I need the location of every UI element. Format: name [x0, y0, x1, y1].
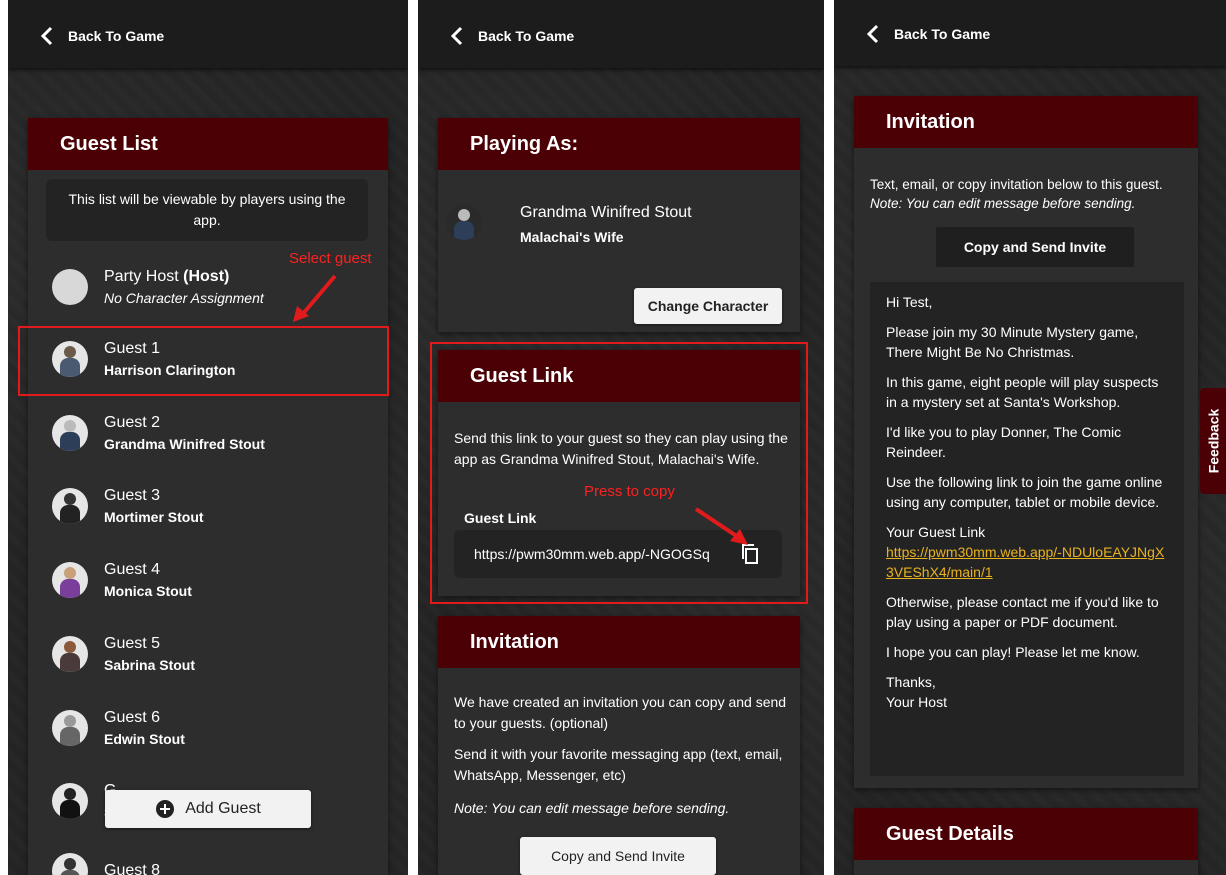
info-note: This list will be viewable by players us…	[46, 179, 368, 241]
guest-character: Monica Stout	[104, 583, 192, 599]
guest-link-panel: Back To Game Playing As: Grandma Winifre…	[418, 0, 824, 875]
guest-row[interactable]: Guest 6 Edwin Stout	[28, 697, 388, 759]
chevron-left-icon	[40, 26, 53, 46]
guest-character: Grandma Winifred Stout	[104, 436, 265, 452]
invitation-intro-note: Note: You can edit message before sendin…	[870, 196, 1136, 211]
message-paragraph: I'd like you to play Donner, The Comic R…	[886, 424, 1122, 460]
red-arrow-icon	[293, 274, 337, 322]
back-to-game-button[interactable]: Back To Game	[40, 26, 164, 46]
guest-row[interactable]: Guest 5 Sabrina Stout	[28, 623, 388, 685]
guest-link-highlight	[430, 342, 808, 604]
chevron-left-icon	[866, 24, 879, 44]
message-link-label: Your Guest Link	[886, 524, 986, 540]
red-arrow-icon	[694, 507, 748, 545]
avatar	[52, 710, 88, 746]
host-badge: (Host)	[183, 268, 230, 285]
card-title: Guest List	[28, 118, 388, 170]
avatar	[52, 853, 88, 875]
invitation-card: Invitation We have created an invitation…	[438, 616, 800, 875]
guest-name: Guest 6	[104, 709, 161, 726]
character-role: Malachai's Wife	[520, 229, 624, 245]
back-label: Back To Game	[68, 28, 165, 44]
message-signature: Your Host	[886, 694, 947, 710]
invitation-text-2: Send it with your favorite messaging app…	[454, 746, 783, 783]
guest-character: No Character Assignment	[104, 290, 264, 306]
chevron-left-icon	[450, 26, 463, 46]
character-name: Grandma Winifred Stout	[520, 204, 692, 221]
card-title: Invitation	[438, 616, 800, 668]
avatar	[52, 488, 88, 524]
select-guest-highlight	[18, 326, 389, 396]
top-bar: Back To Game	[834, 0, 1226, 66]
guest-character: Edwin Stout	[104, 731, 185, 747]
guest-list-panel: Back To Game Guest List This list will b…	[8, 0, 408, 875]
add-guest-button[interactable]: Add Guest	[105, 790, 311, 828]
avatar	[52, 415, 88, 451]
avatar	[52, 562, 88, 598]
guest-name: Guest 5	[104, 635, 161, 652]
guest-name: Party Host (Host)	[104, 266, 264, 288]
message-thanks: Thanks,	[886, 674, 936, 690]
top-bar: Back To Game	[8, 0, 408, 68]
guest-row[interactable]: Guest 4 Monica Stout	[28, 549, 388, 611]
guest-link-url[interactable]: https://pwm30mm.web.app/-NDUloEAYJNgX3VE…	[886, 544, 1164, 580]
message-link-block: Your Guest Link https://pwm30mm.web.app/…	[886, 522, 1168, 582]
copy-and-send-invite-button[interactable]: Copy and Send Invite	[520, 837, 716, 875]
card-title: Invitation	[854, 96, 1198, 148]
add-guest-label: Add Guest	[185, 800, 261, 817]
avatar	[446, 204, 482, 240]
avatar	[52, 783, 88, 819]
guest-list-card: Guest List This list will be viewable by…	[28, 118, 388, 875]
guest-character: Mortimer Stout	[104, 509, 204, 525]
guest-character: Sabrina Stout	[104, 657, 196, 673]
message-greeting: Hi Test,	[886, 294, 933, 310]
avatar	[52, 269, 88, 305]
card-title: Playing As:	[438, 118, 800, 170]
back-label: Back To Game	[478, 28, 575, 44]
invitation-panel: Back To Game Invitation Text, email, or …	[834, 0, 1226, 875]
message-paragraph: Use the following link to join the game …	[886, 474, 1163, 510]
back-to-game-button[interactable]: Back To Game	[450, 26, 574, 46]
host-name: Party Host	[104, 268, 179, 285]
back-to-game-button[interactable]: Back To Game	[866, 24, 990, 44]
press-to-copy-annotation: Press to copy	[584, 483, 675, 500]
message-paragraph: Please join my 30 Minute Mystery game, T…	[886, 324, 1139, 360]
invitation-intro: Text, email, or copy invitation below to…	[870, 177, 1163, 192]
top-bar: Back To Game	[418, 0, 824, 68]
feedback-label: Feedback	[1205, 408, 1221, 474]
invitation-message-box[interactable]: Hi Test, Please join my 30 Minute Myster…	[870, 282, 1184, 776]
guest-details-card: Guest Details	[854, 808, 1198, 875]
guest-row[interactable]: Guest 2 Grandma Winifred Stout	[28, 402, 388, 464]
guest-row[interactable]: Guest 8	[28, 840, 388, 875]
guest-name: Guest 3	[104, 487, 161, 504]
invitation-note: Note: You can edit message before sendin…	[454, 800, 730, 816]
change-character-button[interactable]: Change Character	[634, 288, 782, 324]
select-guest-annotation: Select guest	[289, 250, 372, 267]
guest-name: Guest 4	[104, 561, 161, 578]
guest-name: Guest 2	[104, 414, 161, 431]
back-label: Back To Game	[894, 26, 991, 42]
guest-name: Guest 8	[104, 862, 161, 875]
message-signoff: Thanks, Your Host	[886, 672, 1168, 712]
card-title: Guest Details	[854, 808, 1198, 860]
message-paragraph: Otherwise, please contact me if you'd li…	[886, 594, 1159, 630]
message-paragraph: In this game, eight people will play sus…	[886, 374, 1159, 410]
message-paragraph: I hope you can play! Please let me know.	[886, 644, 1140, 660]
feedback-tab[interactable]: Feedback	[1200, 388, 1226, 494]
avatar	[52, 636, 88, 672]
plus-circle-icon	[156, 800, 175, 818]
invitation-text-1: We have created an invitation you can co…	[454, 694, 787, 731]
copy-and-send-invite-button[interactable]: Copy and Send Invite	[936, 227, 1134, 267]
invitation-card: Invitation Text, email, or copy invitati…	[854, 96, 1198, 788]
guest-row[interactable]: Guest 3 Mortimer Stout	[28, 475, 388, 537]
playing-as-card: Playing As: Grandma Winifred Stout Malac…	[438, 118, 800, 332]
